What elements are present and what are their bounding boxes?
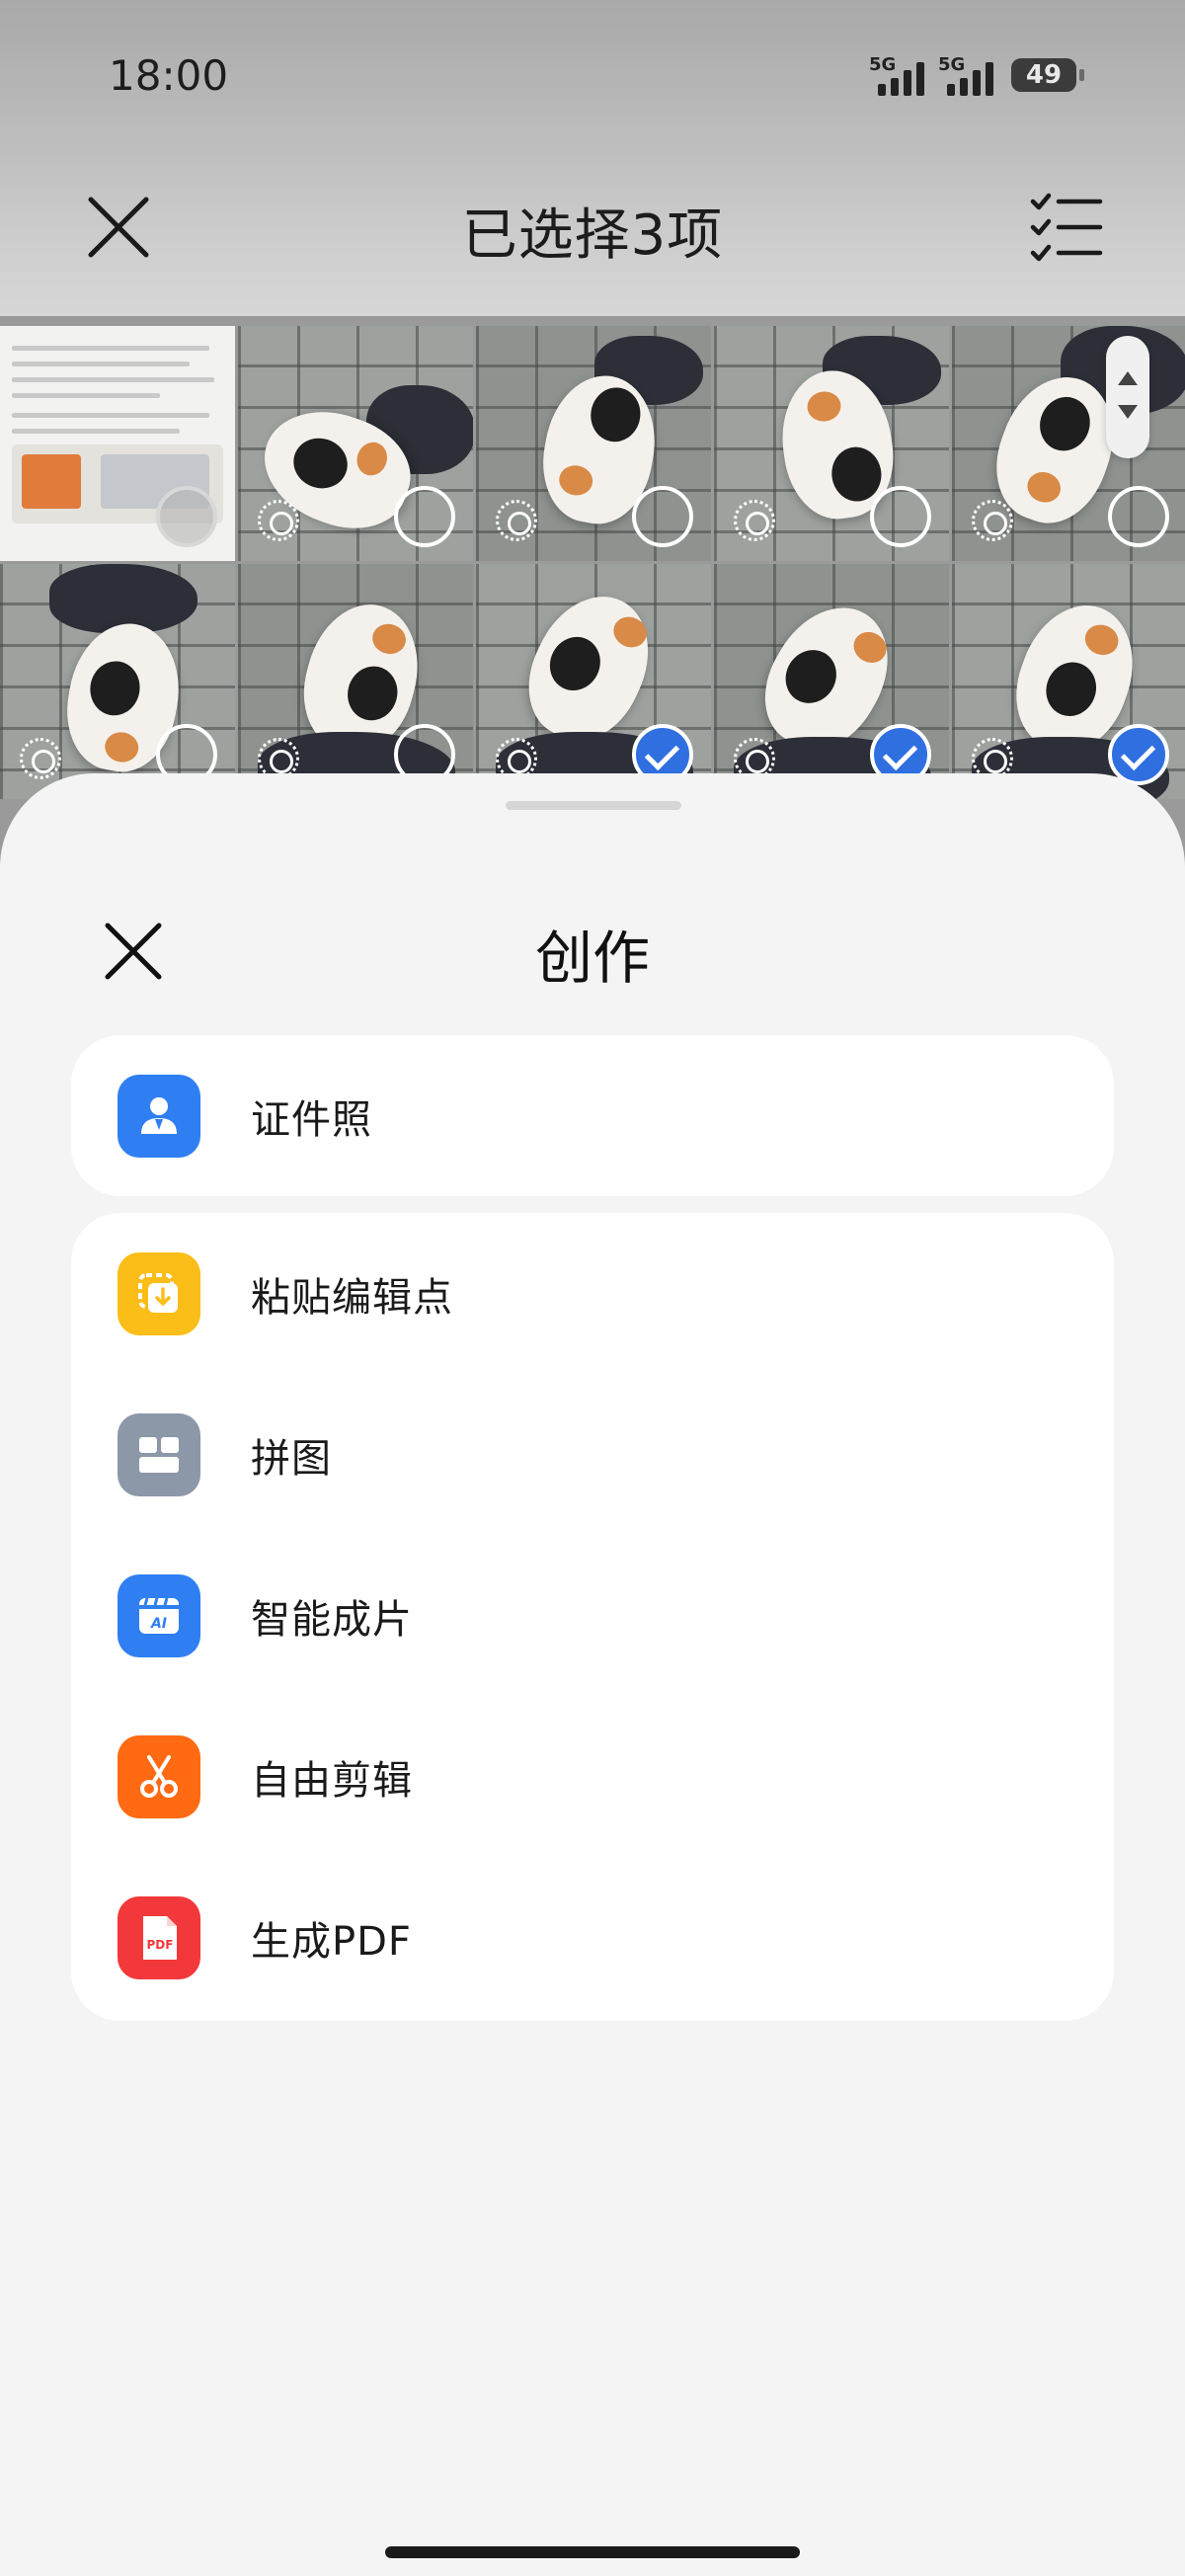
live-photo-icon [972, 500, 1013, 541]
photo-thumbnail[interactable] [714, 326, 949, 561]
select-checkbox[interactable] [870, 486, 931, 547]
pdf-icon: PDF [118, 1895, 200, 1979]
live-photo-icon [258, 500, 299, 541]
ai-movie-icon: AI [118, 1573, 200, 1657]
menu-item-label: 自由剪辑 [251, 1757, 413, 1804]
signal-icon-2: 5G [938, 54, 993, 96]
select-checkbox[interactable] [1108, 486, 1169, 547]
menu-item-label: 粘贴编辑点 [251, 1274, 453, 1321]
photo-thumbnail[interactable] [952, 326, 1185, 561]
menu-item-free-edit[interactable]: 自由剪辑 [71, 1696, 1114, 1857]
photo-thumbnail[interactable] [238, 564, 473, 799]
photo-thumbnail[interactable] [238, 326, 473, 561]
screen: 18:00 5G 5G 49 已选择3项 创作 证件照 粘贴编辑点 拼图 AI … [0, 0, 1185, 2576]
menu-item-id-photo[interactable]: 证件照 [71, 1035, 1114, 1196]
photo-thumbnail-selected[interactable] [952, 564, 1185, 799]
checklist-icon[interactable] [1027, 188, 1106, 267]
status-bar: 18:00 5G 5G 49 [0, 0, 1185, 158]
menu-item-label: 拼图 [251, 1435, 332, 1482]
menu-item-collage[interactable]: 拼图 [71, 1374, 1114, 1535]
create-card-2: 粘贴编辑点 拼图 AI 智能成片 自由剪辑 PDF 生成PDF [71, 1213, 1114, 2021]
select-checkbox[interactable] [156, 486, 217, 547]
select-checkbox[interactable] [394, 486, 455, 547]
sheet-title: 创作 [534, 925, 650, 992]
live-photo-icon [496, 500, 537, 541]
select-checkbox-checked[interactable] [1108, 724, 1169, 785]
live-photo-icon [20, 738, 61, 779]
photo-thumbnail[interactable] [0, 326, 235, 561]
create-card-1: 证件照 [71, 1035, 1114, 1196]
photo-thumbnail-selected[interactable] [714, 564, 949, 799]
menu-item-create-pdf[interactable]: PDF 生成PDF [71, 1857, 1114, 2018]
photo-thumbnail-selected[interactable] [476, 564, 711, 799]
status-time: 18:00 [109, 51, 229, 100]
menu-item-label: 生成PDF [251, 1918, 412, 1965]
network-type-2: 5G [938, 54, 966, 75]
home-indicator[interactable] [385, 2546, 800, 2558]
id-photo-icon [118, 1074, 200, 1158]
network-type: 5G [869, 54, 897, 75]
create-bottom-sheet: 创作 证件照 粘贴编辑点 拼图 AI 智能成片 自由剪辑 PDF 生成PDF [0, 773, 1185, 2576]
selection-topbar: 已选择3项 [0, 173, 1185, 282]
select-checkbox[interactable] [632, 486, 693, 547]
svg-text:AI: AI [150, 1616, 167, 1632]
selection-title: 已选择3项 [461, 203, 724, 268]
battery-icon: 49 [1011, 58, 1084, 92]
status-icons: 5G 5G 49 [869, 54, 1084, 96]
photo-thumbnail[interactable] [476, 326, 711, 561]
battery-level: 49 [1025, 60, 1063, 90]
menu-item-label: 证件照 [251, 1096, 372, 1143]
live-photo-icon [734, 500, 775, 541]
pdf-icon-text: PDF [147, 1938, 174, 1952]
paste-edit-icon [118, 1251, 200, 1335]
photo-grid-area: 18:00 5G 5G 49 已选择3项 [0, 0, 1185, 889]
menu-item-ai-movie[interactable]: AI 智能成片 [71, 1535, 1114, 1696]
sheet-drag-handle[interactable] [506, 801, 681, 810]
collage-icon [118, 1412, 200, 1496]
menu-item-label: 智能成片 [251, 1596, 413, 1643]
photo-thumbnail[interactable] [0, 564, 235, 799]
signal-icon: 5G [869, 54, 924, 96]
menu-item-paste-edit[interactable]: 粘贴编辑点 [71, 1213, 1114, 1374]
scissors-icon [118, 1734, 200, 1818]
fast-scroll-handle[interactable] [1106, 336, 1149, 458]
